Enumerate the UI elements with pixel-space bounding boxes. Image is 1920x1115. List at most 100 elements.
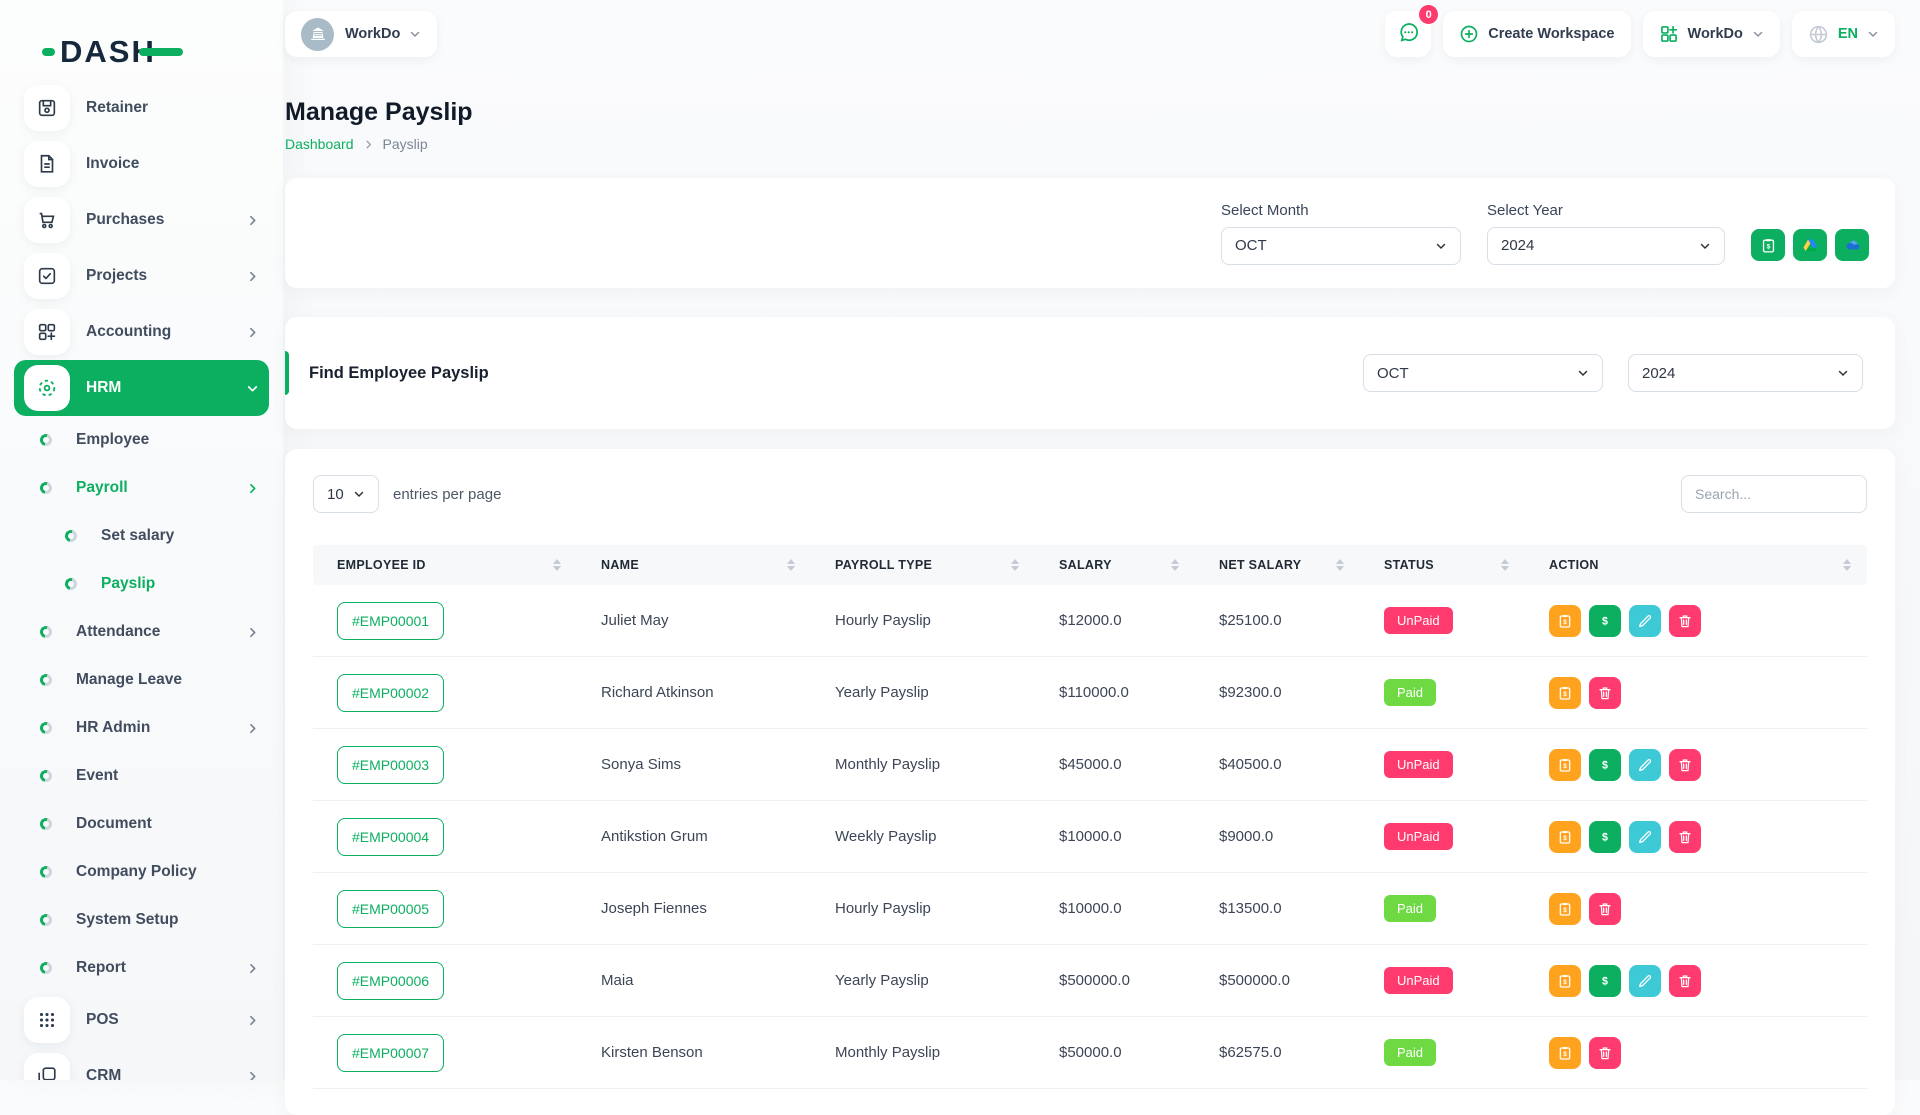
entries-per-page-select[interactable]: 10 <box>313 475 379 513</box>
employee-id-pill[interactable]: #EMP00006 <box>337 962 444 1000</box>
column-header-action[interactable]: ACTION <box>1525 558 1867 572</box>
column-header-status[interactable]: STATUS <box>1360 558 1525 572</box>
workspace-selector[interactable]: WorkDo <box>285 11 437 57</box>
column-header-name[interactable]: NAME <box>577 558 811 572</box>
onedrive-export-button[interactable] <box>1835 229 1869 261</box>
sidebar-item-hrm[interactable]: HRM <box>14 360 269 416</box>
sidebar-item-payslip[interactable]: Payslip <box>14 560 269 608</box>
employee-id-pill[interactable]: #EMP00002 <box>337 674 444 712</box>
payslip-button[interactable]: $ <box>1549 821 1581 853</box>
app-switcher-button[interactable]: WorkDo <box>1643 11 1780 57</box>
search-input[interactable] <box>1681 475 1867 513</box>
payslip-button[interactable]: $ <box>1549 1037 1581 1069</box>
create-workspace-button[interactable]: Create Workspace <box>1443 11 1630 57</box>
main-content: Manage Payslip Dashboard Payslip Select … <box>283 70 1895 1115</box>
brand-logo[interactable]: DASH <box>0 0 283 78</box>
sidebar-item-purchases[interactable]: Purchases <box>14 192 269 248</box>
year-filter-group: Select Year 2024 <box>1487 202 1725 265</box>
find-year-select[interactable]: 2024 <box>1628 354 1863 392</box>
sidebar-item-crm[interactable]: CRM <box>14 1048 269 1080</box>
payslip-filter-card: Select Month OCT Select Year 2024 $ <box>285 178 1895 288</box>
payroll-type-cell: Hourly Payslip <box>811 612 1035 629</box>
payslip-button[interactable]: $ <box>1549 893 1581 925</box>
employee-id-pill[interactable]: #EMP00001 <box>337 602 444 640</box>
delete-button[interactable] <box>1669 749 1701 781</box>
delete-button[interactable] <box>1669 821 1701 853</box>
delete-button[interactable] <box>1669 965 1701 997</box>
bulk-payment-button[interactable]: $ <box>1751 229 1785 261</box>
delete-button[interactable] <box>1589 1037 1621 1069</box>
sidebar-item-document[interactable]: Document <box>14 800 269 848</box>
payslip-button[interactable]: $ <box>1549 749 1581 781</box>
payslip-button[interactable]: $ <box>1549 965 1581 997</box>
salary-cell: $110000.0 <box>1035 684 1195 701</box>
edit-button[interactable] <box>1629 821 1661 853</box>
find-year-value: 2024 <box>1642 365 1675 382</box>
clipboard-dollar-icon: $ <box>1760 237 1777 254</box>
action-cell: $$ <box>1525 965 1867 997</box>
sidebar-item-system-setup[interactable]: System Setup <box>14 896 269 944</box>
sidebar-item-report[interactable]: Report <box>14 944 269 992</box>
edit-button[interactable] <box>1629 965 1661 997</box>
sort-icon <box>553 559 561 571</box>
edit-button[interactable] <box>1629 749 1661 781</box>
sidebar-item-projects[interactable]: Projects <box>14 248 269 304</box>
column-header-net-salary[interactable]: NET SALARY <box>1195 558 1360 572</box>
year-select[interactable]: 2024 <box>1487 227 1725 265</box>
sidebar-item-employee[interactable]: Employee <box>14 416 269 464</box>
sidebar-item-manage-leave[interactable]: Manage Leave <box>14 656 269 704</box>
column-header-payroll-type[interactable]: PAYROLL TYPE <box>811 558 1035 572</box>
status-badge: UnPaid <box>1384 607 1453 634</box>
svg-text:$: $ <box>1602 831 1608 843</box>
find-month-select[interactable]: OCT <box>1363 354 1603 392</box>
column-label: STATUS <box>1384 558 1434 572</box>
messenger-button[interactable]: 0 <box>1385 11 1431 57</box>
language-selector[interactable]: EN <box>1792 11 1895 57</box>
svg-text:$: $ <box>1563 835 1567 842</box>
trash-icon <box>1597 901 1613 917</box>
chevron-down-icon <box>1577 367 1589 379</box>
sidebar-item-attendance[interactable]: Attendance <box>14 608 269 656</box>
sidebar-item-accounting[interactable]: Accounting <box>14 304 269 360</box>
sidebar-item-payroll[interactable]: Payroll <box>14 464 269 512</box>
employee-id-pill[interactable]: #EMP00004 <box>337 818 444 856</box>
employee-id-pill[interactable]: #EMP00007 <box>337 1034 444 1072</box>
column-header-employee-id[interactable]: EMPLOYEE ID <box>313 558 577 572</box>
svg-text:$: $ <box>1602 975 1608 987</box>
pay-button[interactable]: $ <box>1589 965 1621 997</box>
employee-id-cell: #EMP00007 <box>313 1034 577 1072</box>
onedrive-icon <box>1844 237 1861 254</box>
grid-dots-icon <box>24 997 70 1043</box>
column-label: SALARY <box>1059 558 1112 572</box>
employee-id-pill[interactable]: #EMP00003 <box>337 746 444 784</box>
sidebar-item-pos[interactable]: POS <box>14 992 269 1048</box>
pay-button[interactable]: $ <box>1589 821 1621 853</box>
payslip-button[interactable]: $ <box>1549 677 1581 709</box>
sidebar-item-label: Accounting <box>86 323 171 341</box>
table-row: #EMP00001Juliet MayHourly Payslip$12000.… <box>313 585 1867 657</box>
pay-button[interactable]: $ <box>1589 605 1621 637</box>
sidebar-item-hr-admin[interactable]: HR Admin <box>14 704 269 752</box>
sidebar-item-event[interactable]: Event <box>14 752 269 800</box>
month-select[interactable]: OCT <box>1221 227 1461 265</box>
column-header-salary[interactable]: SALARY <box>1035 558 1195 572</box>
employee-id-pill[interactable]: #EMP00005 <box>337 890 444 928</box>
action-cell: $$ <box>1525 749 1867 781</box>
payslip-button[interactable]: $ <box>1549 605 1581 637</box>
sidebar-item-invoice[interactable]: Invoice <box>14 136 269 192</box>
trash-icon <box>1677 829 1693 845</box>
delete-button[interactable] <box>1669 605 1701 637</box>
month-select-value: OCT <box>1235 237 1267 254</box>
edit-button[interactable] <box>1629 605 1661 637</box>
breadcrumb-dashboard-link[interactable]: Dashboard <box>285 136 354 152</box>
delete-button[interactable] <box>1589 893 1621 925</box>
delete-button[interactable] <box>1589 677 1621 709</box>
column-label: NET SALARY <box>1219 558 1301 572</box>
pay-button[interactable]: $ <box>1589 749 1621 781</box>
google-drive-export-button[interactable] <box>1793 229 1827 261</box>
employee-name-cell: Richard Atkinson <box>577 684 811 701</box>
sidebar-item-retainer[interactable]: Retainer <box>14 80 269 136</box>
sidebar-item-set-salary[interactable]: Set salary <box>14 512 269 560</box>
action-cell: $$ <box>1525 821 1867 853</box>
sidebar-item-company-policy[interactable]: Company Policy <box>14 848 269 896</box>
